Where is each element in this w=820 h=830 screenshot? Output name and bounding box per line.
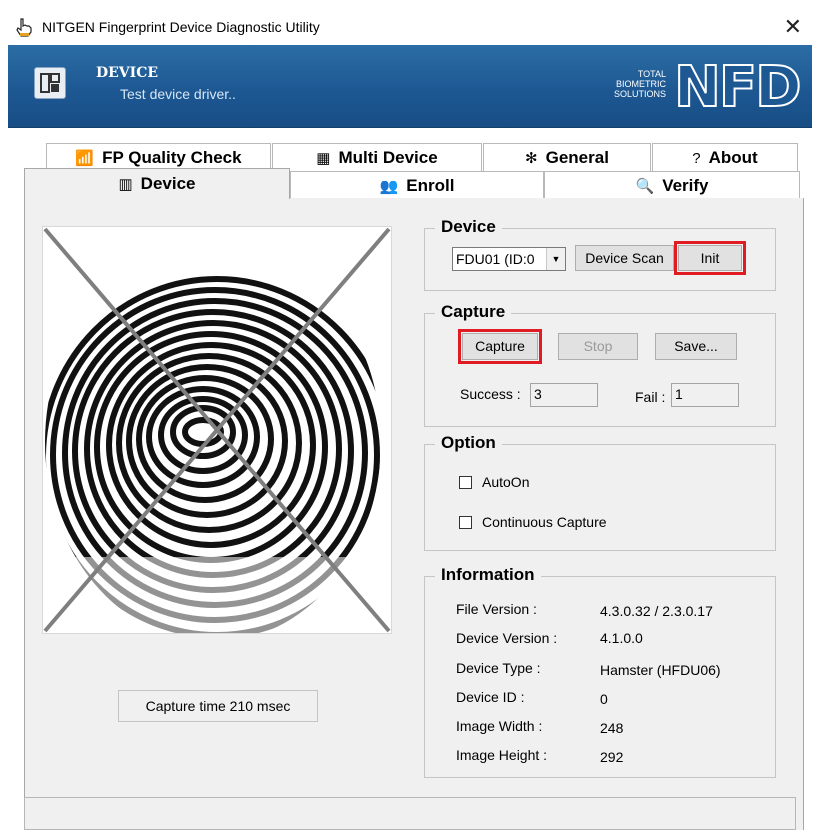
tab-label: General bbox=[545, 148, 609, 167]
banner-title: DEVICE bbox=[96, 65, 159, 81]
success-count-field: 3 bbox=[530, 383, 598, 407]
device-select-value: FDU01 (ID:0 bbox=[456, 251, 535, 267]
tab-general[interactable]: ✻ General bbox=[483, 143, 651, 171]
info-value: 248 bbox=[600, 720, 624, 736]
tab-label: Enroll bbox=[406, 176, 455, 195]
close-icon[interactable]: ✕ bbox=[784, 12, 802, 42]
title-bar: NITGEN Fingerprint Device Diagnostic Uti… bbox=[0, 0, 820, 45]
status-bar bbox=[24, 797, 796, 830]
info-label: Image Height : bbox=[456, 747, 548, 763]
brand-line: SOLUTIONS bbox=[613, 89, 666, 99]
option-group: Option bbox=[424, 433, 776, 551]
users-icon: 👥 bbox=[379, 178, 399, 195]
option-group-title: Option bbox=[435, 433, 502, 453]
continuous-capture-label[interactable]: Continuous Capture bbox=[482, 514, 607, 530]
info-label: Device Version : bbox=[456, 630, 558, 646]
capture-group: Capture bbox=[424, 302, 776, 427]
capture-button[interactable]: Capture bbox=[458, 329, 542, 364]
window-title: NITGEN Fingerprint Device Diagnostic Uti… bbox=[42, 19, 320, 35]
info-label: Image Width : bbox=[456, 718, 543, 734]
continuous-capture-checkbox[interactable] bbox=[459, 516, 472, 529]
device-select[interactable]: FDU01 (ID:0 ▼ bbox=[452, 247, 566, 271]
fail-label: Fail : bbox=[635, 389, 666, 405]
tab-label: About bbox=[708, 148, 758, 167]
fail-count-field: 1 bbox=[671, 383, 739, 407]
init-button[interactable]: Init bbox=[674, 241, 746, 275]
device-tools-icon bbox=[34, 67, 66, 99]
info-value: 292 bbox=[600, 749, 624, 765]
save-button[interactable]: Save... bbox=[655, 333, 737, 360]
success-label: Success : bbox=[460, 386, 521, 402]
brand-tagline: TOTAL BIOMETRIC SOLUTIONS bbox=[606, 69, 666, 99]
chevron-down-icon[interactable]: ▼ bbox=[546, 248, 565, 270]
brand-line: BIOMETRIC bbox=[615, 79, 666, 89]
tab-fp-quality-check[interactable]: 📶 FP Quality Check bbox=[46, 143, 271, 171]
tab-enroll[interactable]: 👥 Enroll bbox=[290, 171, 544, 198]
gear-icon: ✻ bbox=[525, 150, 538, 167]
multi-device-icon: ▦ bbox=[316, 150, 331, 167]
info-label: Device ID : bbox=[456, 689, 525, 705]
brand-line: TOTAL bbox=[637, 69, 666, 79]
device-scan-button[interactable]: Device Scan bbox=[575, 245, 674, 271]
tab-label: Device bbox=[140, 174, 196, 193]
tab-label: Verify bbox=[662, 176, 709, 195]
header-banner: DEVICE Test device driver.. TOTAL BIOMET… bbox=[8, 45, 812, 128]
hand-pointer-icon bbox=[16, 18, 32, 37]
stop-button[interactable]: Stop bbox=[558, 333, 638, 360]
nfd-logo: NFD bbox=[673, 54, 803, 121]
information-group-title: Information bbox=[435, 565, 541, 585]
info-value: Hamster (HFDU06) bbox=[600, 662, 721, 678]
info-value: 4.1.0.0 bbox=[600, 630, 643, 646]
magnifier-icon: 🔍 bbox=[635, 178, 655, 195]
tab-label: Multi Device bbox=[338, 148, 438, 167]
tab-device[interactable]: ▥ Device bbox=[24, 168, 290, 199]
info-label: Device Type : bbox=[456, 660, 541, 676]
fingerprint-graphic bbox=[43, 227, 391, 633]
fingerprint-image bbox=[42, 226, 392, 634]
info-label: File Version : bbox=[456, 601, 537, 617]
tab-verify[interactable]: 🔍 Verify bbox=[544, 171, 800, 198]
tab-multi-device[interactable]: ▦ Multi Device bbox=[272, 143, 482, 171]
device-tools-icon: ▥ bbox=[118, 176, 133, 193]
info-value: 4.3.0.32 / 2.3.0.17 bbox=[600, 603, 713, 619]
tab-about[interactable]: ? About bbox=[652, 143, 798, 171]
banner-subtitle: Test device driver.. bbox=[120, 86, 236, 102]
autoon-label[interactable]: AutoOn bbox=[482, 474, 529, 490]
help-icon: ? bbox=[692, 150, 701, 167]
autoon-checkbox[interactable] bbox=[459, 476, 472, 489]
capture-group-title: Capture bbox=[435, 302, 512, 322]
tab-label: FP Quality Check bbox=[102, 148, 242, 167]
info-value: 0 bbox=[600, 691, 608, 707]
device-group-title: Device bbox=[435, 217, 502, 237]
capture-time-label: Capture time 210 msec bbox=[118, 690, 318, 722]
